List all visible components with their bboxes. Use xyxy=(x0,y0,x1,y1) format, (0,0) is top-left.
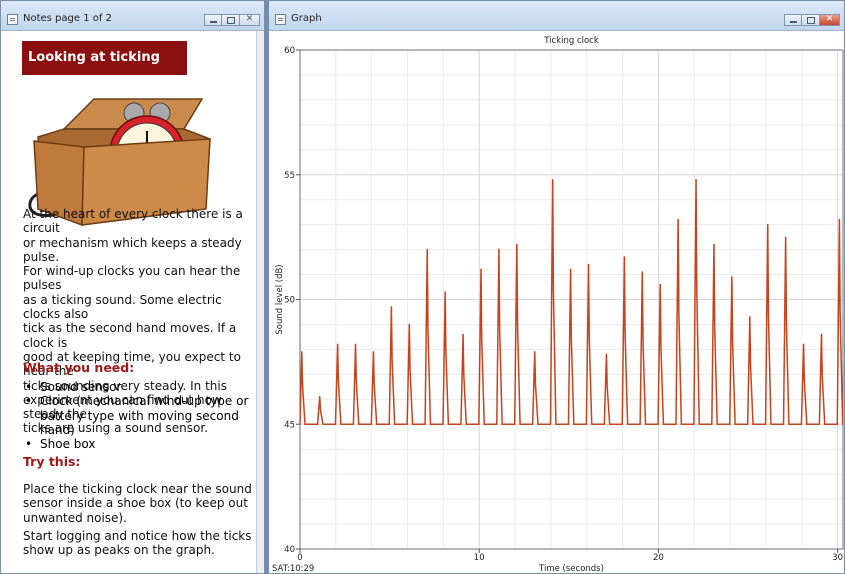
graph-minimize-button[interactable] xyxy=(784,14,802,26)
peak-point xyxy=(498,248,500,251)
intro-line: as a ticking sound. Some electric clocks… xyxy=(23,292,222,322)
list-item: Sound sensor xyxy=(23,380,256,395)
peak-point xyxy=(677,218,679,221)
graph-window-icon xyxy=(275,14,286,25)
x-tick-label: 20 xyxy=(653,553,664,563)
peak-point xyxy=(587,263,590,266)
peak-point xyxy=(336,343,339,346)
peak-point xyxy=(802,343,805,346)
intro-line: At the heart of every clock there is a c… xyxy=(23,207,243,236)
notes-title-bar[interactable]: Notes page 1 of 2 xyxy=(1,1,264,31)
peak-point xyxy=(569,268,572,271)
peak-point xyxy=(516,243,518,246)
peak-point xyxy=(713,243,715,246)
peak-point xyxy=(766,223,769,226)
list-item: Shoe box xyxy=(23,437,256,452)
try-this-heading: Try this: xyxy=(23,454,81,469)
peak-point xyxy=(444,291,446,293)
y-tick-label: 50 xyxy=(284,296,295,306)
peak-point xyxy=(372,351,375,353)
y-tick-label: 45 xyxy=(284,420,295,430)
peak-point xyxy=(354,343,357,346)
what-you-need-list: Sound sensor Clock (mechanical wind-up t… xyxy=(23,380,256,452)
try-paragraph-1: Place the ticking clock near the sound s… xyxy=(23,482,252,525)
notes-heading: Looking at ticking clocks xyxy=(22,41,187,99)
peak-point xyxy=(408,323,411,326)
graph-window-title: Graph xyxy=(291,13,322,24)
intro-line: tick as the second hand moves. If a cloc… xyxy=(23,321,237,350)
graph-close-button[interactable] xyxy=(820,14,840,26)
graph-maximize-button[interactable] xyxy=(802,14,820,26)
clock-in-box-illustration xyxy=(28,98,211,226)
notes-content: Looking at ticking clocks At the heart o… xyxy=(2,31,256,573)
notes-maximize-button[interactable] xyxy=(222,14,240,26)
graph-window-controls xyxy=(784,14,840,26)
y-tick-label: 55 xyxy=(284,171,295,181)
peak-point xyxy=(462,333,464,336)
notes-window-controls xyxy=(204,14,260,26)
chart-title: Ticking clock xyxy=(543,36,599,46)
graph-title-bar[interactable]: Graph xyxy=(269,1,844,31)
axis-ticks: 40 45 50 55 60 0 10 20 30 xyxy=(284,46,843,563)
x-tick-label: 30 xyxy=(832,553,843,563)
notes-close-button[interactable] xyxy=(240,14,260,26)
graph-window[interactable]: Graph 40 45 50 55 60 0 10 20 30 Ticking clock Ti… xyxy=(268,0,845,574)
list-item: Clock (mechanical wind-up type or batter… xyxy=(23,394,256,437)
peak-point xyxy=(480,268,482,271)
x-tick-label: 0 xyxy=(297,553,302,563)
peak-point xyxy=(695,178,697,181)
sound-level-chart[interactable]: 40 45 50 55 60 0 10 20 30 Ticking clock Time (se… xyxy=(269,31,844,573)
y-axis-label: Sound level (dB) xyxy=(275,264,285,334)
y-tick-label: 40 xyxy=(284,545,295,555)
peak-point xyxy=(551,178,554,181)
status-time: SAT:10:29 xyxy=(272,564,314,573)
what-you-need-heading: What you need: xyxy=(23,360,135,375)
peak-point xyxy=(820,333,823,336)
notes-window-title: Notes page 1 of 2 xyxy=(23,13,112,24)
chart-series xyxy=(299,178,844,425)
intro-line: For wind-up clocks you can hear the puls… xyxy=(23,264,241,293)
x-axis-label: Time (seconds) xyxy=(538,564,604,573)
peak-point xyxy=(390,306,393,308)
notes-minimize-button[interactable] xyxy=(204,14,222,26)
notes-window[interactable]: Notes page 1 of 2 Looking at ticking clo… xyxy=(0,0,265,574)
peak-point xyxy=(838,218,841,221)
sound-level-series xyxy=(299,179,844,425)
intro-line: or mechanism which keeps a steady pulse. xyxy=(23,235,242,264)
peak-point xyxy=(659,283,662,286)
peak-point xyxy=(641,271,644,273)
peak-point xyxy=(426,248,429,251)
y-tick-label: 60 xyxy=(284,46,295,56)
notes-scrollbar[interactable] xyxy=(256,31,264,573)
peak-point xyxy=(749,316,751,318)
peak-point xyxy=(784,236,787,238)
x-tick-label: 10 xyxy=(474,553,485,563)
peak-point xyxy=(605,353,608,356)
peak-point xyxy=(731,276,733,278)
peak-point xyxy=(300,351,303,353)
notes-page-icon xyxy=(7,14,18,25)
peak-point xyxy=(623,256,626,258)
peak-point xyxy=(533,351,536,353)
try-paragraph-2: Start logging and notice how the ticks s… xyxy=(23,529,252,558)
peak-point xyxy=(318,396,321,398)
